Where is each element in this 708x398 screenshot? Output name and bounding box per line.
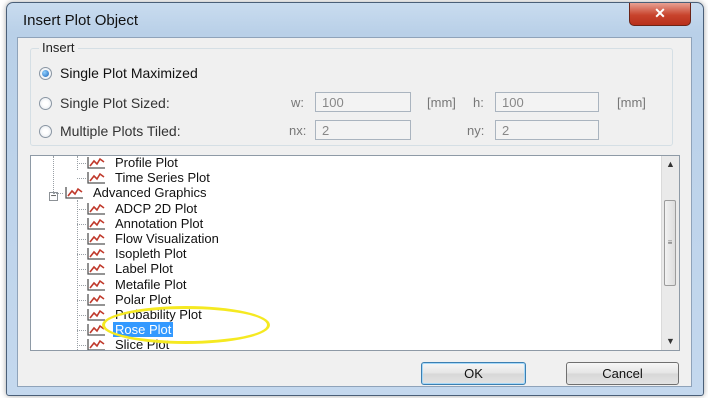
insert-group: Insert Single Plot Maximized Single Plot… bbox=[30, 40, 673, 146]
close-button[interactable]: ✕ bbox=[629, 3, 691, 26]
scroll-thumb[interactable]: ≡ bbox=[664, 200, 676, 286]
plot-icon bbox=[87, 278, 105, 291]
annotation-highlight-ellipse bbox=[102, 306, 270, 344]
plot-icon bbox=[87, 293, 105, 306]
width-unit-label: [mm] bbox=[427, 95, 456, 110]
tree-connector-line bbox=[77, 330, 86, 332]
scroll-down-arrow-icon[interactable]: ▼ bbox=[662, 333, 679, 350]
dialog-title: Insert Plot Object bbox=[23, 12, 139, 29]
tree-item[interactable]: Profile Plot bbox=[87, 155, 180, 170]
title-bar[interactable]: Insert Plot Object ✕ bbox=[7, 3, 703, 37]
tree-item[interactable]: Isopleth Plot bbox=[87, 246, 189, 261]
nx-label: nx: bbox=[289, 123, 307, 138]
plot-icon bbox=[87, 157, 105, 169]
single-plot-maximized-label: Single Plot Maximized bbox=[60, 65, 198, 81]
tree-item-label: Polar Plot bbox=[115, 291, 172, 307]
folder-plot-icon bbox=[65, 187, 83, 200]
tree-item-label: Flow Visualization bbox=[115, 231, 219, 246]
radio-checked-icon[interactable] bbox=[39, 66, 52, 80]
scroll-up-arrow-icon[interactable]: ▲ bbox=[662, 156, 679, 173]
tree-connector-line bbox=[77, 200, 78, 350]
tree-item-label: Advanced Graphics bbox=[93, 185, 207, 201]
tree-group-advanced-graphics[interactable]: Advanced Graphics bbox=[65, 185, 208, 200]
tree-connector-line bbox=[77, 269, 86, 271]
multiple-plots-tiled-label: Multiple Plots Tiled: bbox=[60, 123, 181, 139]
ny-label: ny: bbox=[467, 123, 485, 138]
tree-item[interactable]: Time Series Plot bbox=[87, 170, 212, 185]
single-plot-sized-radio[interactable]: Single Plot Sized: bbox=[39, 95, 170, 111]
plot-icon bbox=[87, 248, 105, 260]
tree-item-label: Annotation Plot bbox=[115, 215, 204, 231]
height-field[interactable]: 100 bbox=[495, 92, 599, 112]
plot-icon bbox=[87, 263, 105, 276]
tree-connector-line bbox=[77, 223, 86, 225]
tree-connector-line bbox=[77, 163, 86, 164]
radio-unchecked-icon[interactable] bbox=[39, 96, 52, 110]
tree-item-label: Metafile Plot bbox=[115, 276, 187, 292]
tree-connector-line bbox=[77, 345, 86, 347]
tree-item-label: Isopleth Plot bbox=[115, 246, 187, 262]
tree-item[interactable]: Polar Plot bbox=[87, 292, 173, 307]
tree-item[interactable]: ADCP 2D Plot bbox=[87, 201, 199, 216]
tree-connector-line bbox=[77, 299, 86, 301]
tree-item[interactable]: Metafile Plot bbox=[87, 277, 189, 292]
plot-icon bbox=[87, 217, 105, 230]
ok-button[interactable]: OK bbox=[421, 362, 526, 385]
insert-group-label: Insert bbox=[39, 40, 78, 55]
single-plot-maximized-radio[interactable]: Single Plot Maximized bbox=[39, 65, 198, 81]
tree-connector-line bbox=[77, 254, 86, 256]
tree-item[interactable]: Annotation Plot bbox=[87, 216, 205, 231]
tree-connector-line bbox=[77, 178, 86, 180]
width-field[interactable]: 100 bbox=[315, 92, 411, 112]
tree-connector-line bbox=[77, 208, 86, 210]
tree-connector-line bbox=[53, 193, 63, 195]
tree-connector-line bbox=[77, 284, 86, 286]
height-unit-label: [mm] bbox=[617, 95, 646, 110]
tree-connector-line bbox=[77, 315, 86, 316]
plot-icon bbox=[87, 202, 105, 215]
radio-unchecked-icon[interactable] bbox=[39, 124, 52, 138]
insert-plot-object-dialog: Insert Plot Object ✕ Insert Single Plot … bbox=[6, 2, 704, 396]
tree-item-label: Profile Plot bbox=[115, 155, 178, 170]
height-label: h: bbox=[473, 95, 484, 110]
tree-item-label: ADCP 2D Plot bbox=[115, 200, 198, 216]
ny-field[interactable]: 2 bbox=[495, 120, 599, 140]
plot-icon bbox=[87, 233, 105, 245]
tree-vertical-scrollbar[interactable]: ▲ ≡ ▼ bbox=[661, 156, 679, 350]
tree-item[interactable]: Flow Visualization bbox=[87, 231, 221, 246]
plot-icon bbox=[87, 339, 105, 350]
tree-item-label: Time Series Plot bbox=[115, 170, 210, 186]
plot-icon bbox=[87, 309, 105, 321]
plot-icon bbox=[87, 172, 105, 184]
width-label: w: bbox=[291, 95, 304, 110]
tree-item[interactable]: Label Plot bbox=[87, 261, 175, 276]
nx-field[interactable]: 2 bbox=[315, 120, 411, 140]
multiple-plots-tiled-radio[interactable]: Multiple Plots Tiled: bbox=[39, 123, 181, 139]
cancel-button[interactable]: Cancel bbox=[566, 362, 679, 385]
single-plot-sized-label: Single Plot Sized: bbox=[60, 95, 170, 111]
tree-connector-line bbox=[77, 239, 86, 240]
tree-item-label: Label Plot bbox=[115, 261, 173, 277]
